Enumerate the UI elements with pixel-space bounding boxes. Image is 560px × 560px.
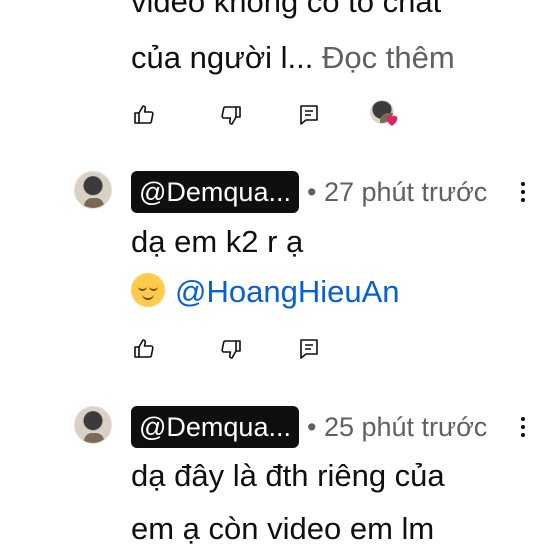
reply-icon bbox=[300, 339, 318, 359]
thumbs-up-icon bbox=[134, 105, 154, 124]
like-button[interactable] bbox=[129, 334, 159, 364]
more-options-button[interactable] bbox=[516, 179, 530, 209]
timestamp: • 25 phút trước bbox=[307, 412, 488, 442]
reply-icon bbox=[300, 105, 318, 125]
comment-text-line: dạ em k2 r ạ bbox=[131, 224, 304, 259]
read-more-link[interactable]: Đọc thêm bbox=[322, 40, 455, 75]
user-handle[interactable]: @Demqua... bbox=[131, 406, 299, 448]
comment-text-line: dạ đây là đth riêng của bbox=[131, 458, 445, 493]
reply-button[interactable] bbox=[294, 100, 324, 130]
timestamp: • 27 phút trước bbox=[307, 177, 488, 207]
dislike-button[interactable] bbox=[216, 100, 246, 130]
mention-link[interactable]: @HoangHieuAn bbox=[175, 274, 400, 309]
user-handle[interactable]: @Demqua... bbox=[131, 171, 299, 213]
thumbs-down-icon bbox=[221, 106, 241, 125]
comment-text-line: em ạ còn video em lm bbox=[131, 511, 435, 546]
avatar[interactable] bbox=[74, 406, 112, 444]
reply-button[interactable] bbox=[294, 334, 324, 364]
relieved-face-emoji bbox=[131, 273, 165, 307]
avatar[interactable] bbox=[74, 171, 112, 209]
heart-icon bbox=[386, 115, 398, 126]
comment-text-line: @HoangHieuAn bbox=[131, 268, 400, 315]
more-options-button[interactable] bbox=[516, 414, 530, 444]
comment-text-line: video không có tố chất bbox=[131, 0, 442, 19]
like-button[interactable] bbox=[129, 100, 159, 130]
comment-text-line: của người l... Đọc thêm bbox=[131, 34, 455, 81]
dislike-button[interactable] bbox=[216, 334, 246, 364]
creator-heart-badge bbox=[370, 100, 398, 128]
thumbs-up-icon bbox=[134, 339, 154, 358]
thumbs-down-icon bbox=[221, 340, 241, 359]
comment-text-truncated: của người l... bbox=[131, 40, 314, 75]
